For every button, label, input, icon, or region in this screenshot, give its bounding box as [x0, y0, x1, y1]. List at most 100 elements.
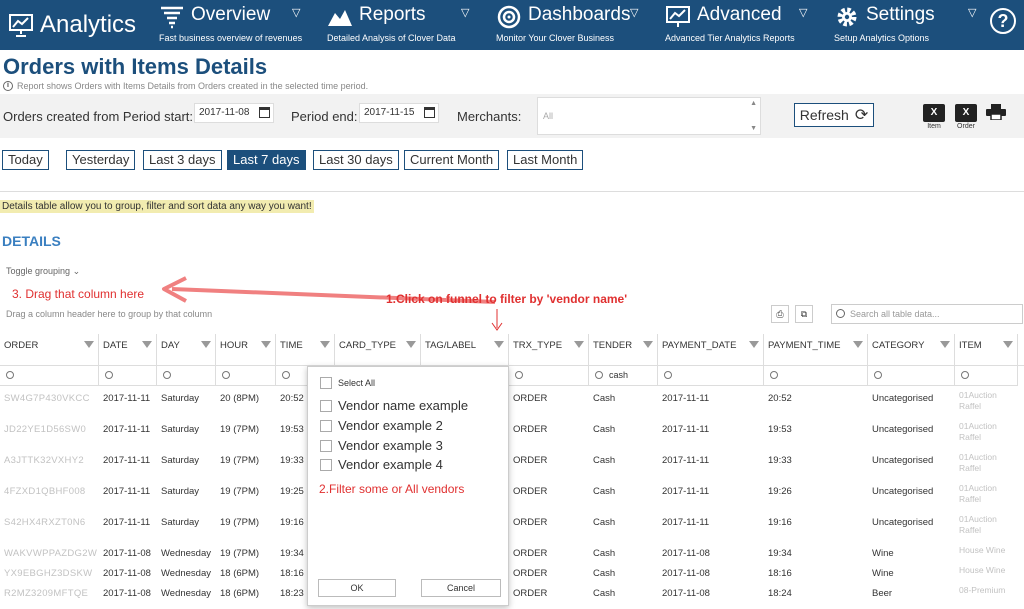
table-cell-order: JD22YE1D56SW0 [4, 424, 87, 435]
filter-option-3[interactable]: Vendor example 3 [320, 438, 443, 453]
funnel-icon[interactable] [749, 341, 759, 348]
select-all-option[interactable]: Select All [320, 377, 375, 389]
toggle-grouping-label: Toggle grouping [6, 266, 71, 276]
toggle-grouping-button[interactable]: Toggle grouping ⌄ [6, 266, 80, 277]
funnel-icon[interactable] [320, 341, 330, 348]
checkbox[interactable] [320, 439, 332, 452]
chevron-down-icon[interactable]: ▽ [292, 6, 300, 19]
checkbox[interactable] [320, 419, 332, 432]
period-start-input[interactable]: 2017-11-08 [194, 103, 274, 123]
calendar-icon[interactable] [424, 107, 435, 118]
search-icon [874, 371, 882, 379]
range-last-7-days-button[interactable]: Last 7 days [227, 150, 306, 170]
column-filter-input[interactable] [658, 366, 764, 386]
table-cell-date: 2017-11-08 [103, 548, 151, 559]
chevron-down-icon[interactable]: ▽ [968, 6, 976, 19]
table-row[interactable]: R2MZ3209MFTQE 2017-11-08 Wednesday 18 (6PM)… [0, 585, 1024, 609]
table-search-input[interactable]: Search all table data... [831, 304, 1023, 324]
table-row[interactable]: YX9EBGHZ3DSKW 2017-11-08 Wednesday 18 (6PM)… [0, 565, 1024, 589]
group-drop-zone[interactable]: Drag a column header here to group by th… [6, 309, 212, 319]
funnel-icon[interactable] [494, 341, 504, 348]
excel-icon: X [955, 104, 977, 122]
range-current-month-button[interactable]: Current Month [404, 150, 500, 170]
period-end-input[interactable]: 2017-11-15 [359, 103, 439, 123]
export-order-excel-button[interactable]: X Order [955, 104, 977, 130]
table-row[interactable]: S42HX4RXZT0N6 2017-11-11 Saturday 19 (7PM) 1… [0, 514, 1024, 538]
column-header[interactable]: TRX_TYPE [509, 334, 589, 366]
chevron-down-icon[interactable]: ▽ [630, 6, 638, 19]
column-header[interactable]: HOUR [216, 334, 276, 366]
column-header[interactable]: ORDER [0, 334, 99, 366]
filter-option-2[interactable]: Vendor example 2 [320, 418, 443, 433]
scroll-down-icon[interactable]: ▼ [750, 125, 757, 132]
column-filter-input[interactable] [157, 366, 216, 386]
filter-option-4[interactable]: Vendor example 4 [320, 457, 443, 472]
funnel-icon[interactable] [853, 341, 863, 348]
filter-ok-button[interactable]: OK [318, 579, 396, 597]
column-header[interactable] [1018, 334, 1024, 366]
funnel-icon[interactable] [406, 341, 416, 348]
column-header[interactable]: CATEGORY [868, 334, 955, 366]
search-icon [770, 371, 778, 379]
column-header-label: ORDER [4, 340, 39, 351]
brand-logo[interactable]: Analytics [8, 8, 136, 42]
filter-option-1[interactable]: Vendor name example [320, 398, 468, 413]
checkbox[interactable] [320, 458, 332, 471]
chevron-down-icon[interactable]: ▽ [461, 6, 469, 19]
table-row[interactable]: A3JTTK32VXHY2 2017-11-11 Saturday 19 (7PM) 1… [0, 452, 1024, 476]
filter-cancel-button[interactable]: Cancel [421, 579, 501, 597]
table-cell-pdate: 2017-11-08 [662, 588, 710, 599]
column-header[interactable]: TENDER [589, 334, 658, 366]
range-last-month-button[interactable]: Last Month [507, 150, 584, 170]
funnel-icon[interactable] [574, 341, 584, 348]
funnel-icon[interactable] [1003, 341, 1013, 348]
table-row[interactable]: 4FZXD1QBHF008 2017-11-11 Saturday 19 (7PM) 1… [0, 483, 1024, 507]
column-filter-input[interactable] [216, 366, 276, 386]
column-filter-input[interactable]: cash [589, 366, 658, 386]
table-row[interactable]: WAKVWPPAZDG2W 2017-11-08 Wednesday 19 (7PM)… [0, 545, 1024, 569]
funnel-icon[interactable] [142, 341, 152, 348]
range-today-button[interactable]: Today [2, 150, 49, 170]
column-header[interactable]: ITEM [955, 334, 1018, 366]
funnel-icon[interactable] [643, 341, 653, 348]
column-chooser-icon[interactable]: ⧉ [795, 305, 813, 323]
checkbox[interactable] [320, 377, 332, 389]
export-item-excel-button[interactable]: X Item [923, 104, 945, 130]
table-cell-pdate: 2017-11-08 [662, 568, 710, 579]
funnel-icon[interactable] [84, 341, 94, 348]
column-filter-input[interactable] [509, 366, 589, 386]
funnel-icon[interactable] [201, 341, 211, 348]
column-header-label: CATEGORY [872, 340, 925, 351]
column-filter-input[interactable] [0, 366, 99, 386]
range-last-3-days-button[interactable]: Last 3 days [143, 150, 222, 170]
merchants-select[interactable]: All ▲ ▼ [537, 97, 761, 135]
column-header[interactable]: PAYMENT_TIME [764, 334, 868, 366]
range-yesterday-button[interactable]: Yesterday [66, 150, 136, 170]
column-header[interactable]: DAY [157, 334, 216, 366]
funnel-icon[interactable] [940, 341, 950, 348]
table-row[interactable]: SW4G7P430VKCC 2017-11-11 Saturday 20 (8PM) 2… [0, 390, 1024, 414]
funnel-icon[interactable] [261, 341, 271, 348]
refresh-button[interactable]: Refresh ⟳ [794, 103, 874, 127]
column-header[interactable]: PAYMENT_DATE [658, 334, 764, 366]
help-icon[interactable]: ? [990, 8, 1016, 34]
table-row[interactable]: JD22YE1D56SW0 2017-11-11 Saturday 19 (7PM) 1… [0, 421, 1024, 445]
column-header[interactable]: CARD_TYPE [335, 334, 421, 366]
column-filter-input[interactable] [764, 366, 868, 386]
print-icon[interactable] [986, 104, 1006, 120]
scroll-up-icon[interactable]: ▲ [750, 100, 757, 107]
table-cell-order: A3JTTK32VXHY2 [4, 455, 84, 466]
export-table-icon[interactable]: ⎙ [771, 305, 789, 323]
column-header[interactable]: DATE [99, 334, 157, 366]
range-last-30-days-button[interactable]: Last 30 days [313, 150, 399, 170]
chevron-down-icon[interactable]: ▽ [799, 6, 807, 19]
export-item-caption: Item [927, 123, 941, 130]
column-filter-input[interactable] [868, 366, 955, 386]
calendar-icon[interactable] [259, 107, 270, 118]
column-header[interactable]: TAG/LABEL [421, 334, 509, 366]
column-filter-input[interactable] [99, 366, 157, 386]
column-filter-input[interactable] [955, 366, 1018, 386]
column-header[interactable]: TIME [276, 334, 335, 366]
checkbox[interactable] [320, 399, 332, 412]
nav-settings[interactable]: Settings Setup Analytics Options [834, 0, 974, 50]
